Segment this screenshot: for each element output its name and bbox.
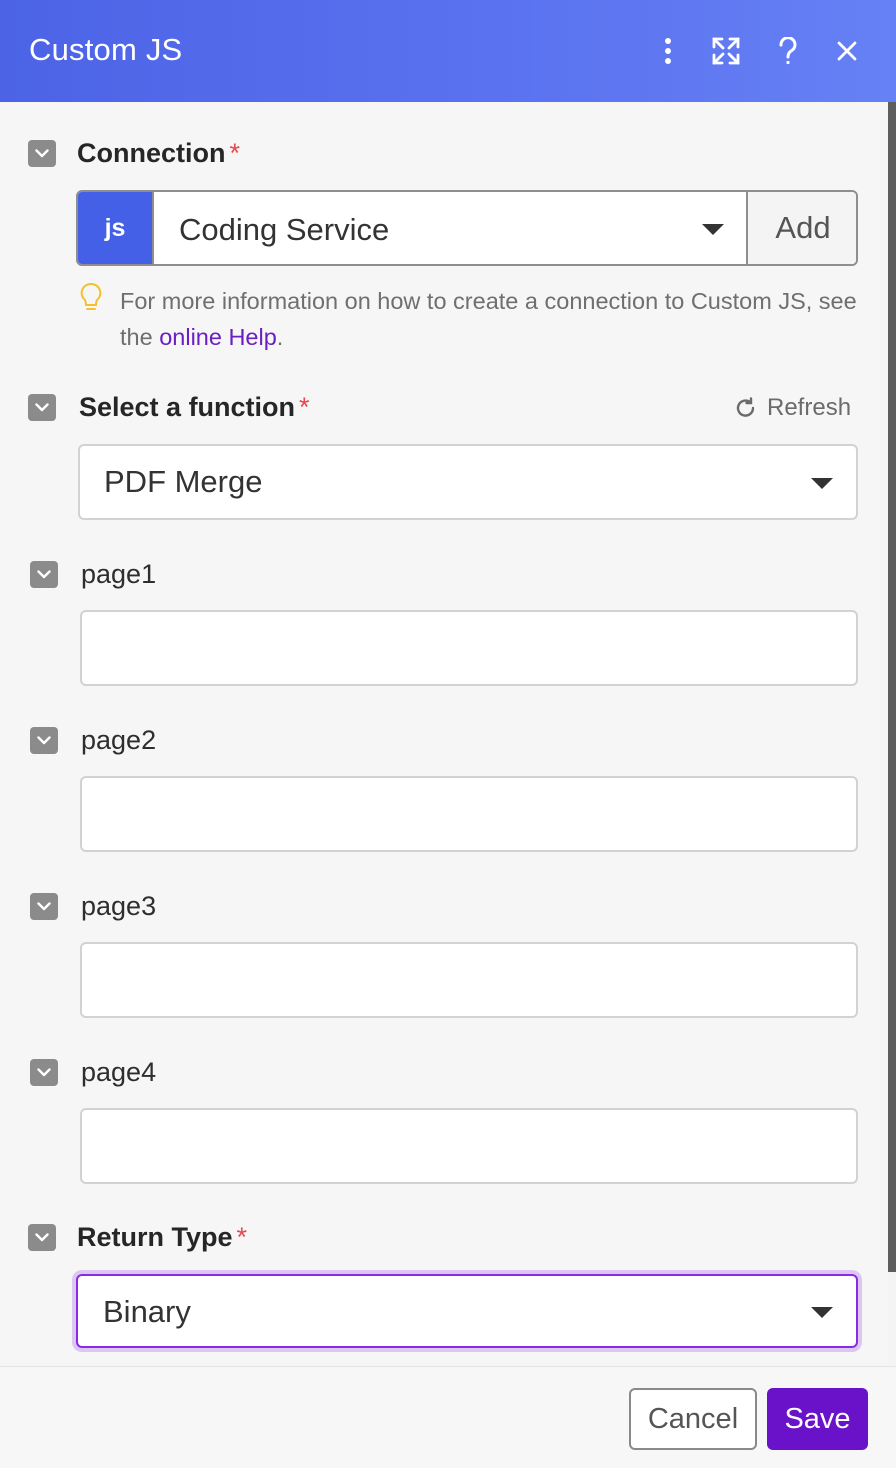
function-select[interactable]: PDF Merge xyxy=(78,444,858,520)
dialog-title: Custom JS xyxy=(29,32,183,67)
chevron-down-icon xyxy=(35,403,49,412)
return-type-label-text: Return Type xyxy=(77,1222,233,1252)
lightbulb-icon xyxy=(80,282,102,310)
page2-text-field[interactable] xyxy=(82,778,856,850)
help-icon xyxy=(779,37,797,65)
close-button[interactable] xyxy=(827,30,867,72)
chevron-down-icon xyxy=(37,570,51,579)
refresh-label: Refresh xyxy=(767,394,852,421)
required-mark: * xyxy=(299,392,310,422)
connection-hint: For more information on how to create a … xyxy=(120,283,860,355)
page3-input[interactable] xyxy=(80,942,858,1018)
online-help-link[interactable]: online Help xyxy=(159,324,277,350)
expand-button[interactable] xyxy=(706,30,746,72)
chevron-down-icon xyxy=(37,1068,51,1077)
required-mark: * xyxy=(229,138,241,168)
page2-label: page2 xyxy=(81,725,157,755)
page3-label: page3 xyxy=(81,891,157,921)
dialog-header: Custom JS xyxy=(0,0,896,102)
collapse-page3-button[interactable] xyxy=(30,893,58,920)
caret-down-icon xyxy=(702,224,724,235)
chevron-down-icon xyxy=(37,902,51,911)
page4-input[interactable] xyxy=(80,1108,858,1184)
caret-down-icon xyxy=(811,1307,833,1318)
page1-text-field[interactable] xyxy=(82,612,856,684)
chevron-down-icon xyxy=(37,736,51,745)
close-icon xyxy=(837,41,857,61)
chevron-down-icon xyxy=(35,1233,49,1242)
function-label-text: Select a function xyxy=(79,392,296,422)
connection-select[interactable]: Coding Service xyxy=(152,192,748,264)
required-mark: * xyxy=(236,1222,248,1252)
help-button[interactable] xyxy=(768,30,808,72)
connection-label-text: Connection xyxy=(77,138,226,168)
scrollbar[interactable] xyxy=(888,102,896,1272)
return-type-selected-value: Binary xyxy=(103,1294,191,1329)
refresh-icon xyxy=(736,397,755,417)
collapse-page4-button[interactable] xyxy=(30,1059,58,1086)
page2-input[interactable] xyxy=(80,776,858,852)
page4-label: page4 xyxy=(81,1057,157,1087)
return-type-label: Return Type * xyxy=(77,1222,247,1253)
return-type-select[interactable]: Binary xyxy=(76,1274,858,1348)
collapse-function-button[interactable] xyxy=(28,394,56,421)
collapse-page2-button[interactable] xyxy=(30,727,58,754)
hint-suffix: . xyxy=(276,324,284,350)
chevron-down-icon xyxy=(35,149,49,158)
page3-text-field[interactable] xyxy=(82,944,856,1016)
more-vertical-icon xyxy=(665,38,671,64)
page4-text-field[interactable] xyxy=(82,1110,856,1182)
save-button[interactable]: Save xyxy=(767,1388,868,1450)
caret-down-icon xyxy=(811,478,833,489)
custom-js-logo: js xyxy=(78,192,152,264)
collapse-page1-button[interactable] xyxy=(30,561,58,588)
add-connection-button[interactable]: Add xyxy=(748,192,856,264)
page1-label: page1 xyxy=(81,559,157,589)
collapse-connection-button[interactable] xyxy=(28,140,56,167)
collapse-return-type-button[interactable] xyxy=(28,1224,56,1251)
function-label: Select a function * xyxy=(79,392,310,423)
expand-icon xyxy=(712,37,740,65)
more-options-button[interactable] xyxy=(648,30,688,72)
connection-label: Connection * xyxy=(77,138,240,169)
cancel-button[interactable]: Cancel xyxy=(629,1388,757,1450)
connection-selected-value: Coding Service xyxy=(179,212,390,247)
connection-field: js Coding Service Add xyxy=(76,190,858,266)
function-selected-value: PDF Merge xyxy=(104,464,263,499)
refresh-button[interactable]: Refresh xyxy=(735,393,851,423)
dialog-footer xyxy=(0,1366,896,1468)
page1-input[interactable] xyxy=(80,610,858,686)
